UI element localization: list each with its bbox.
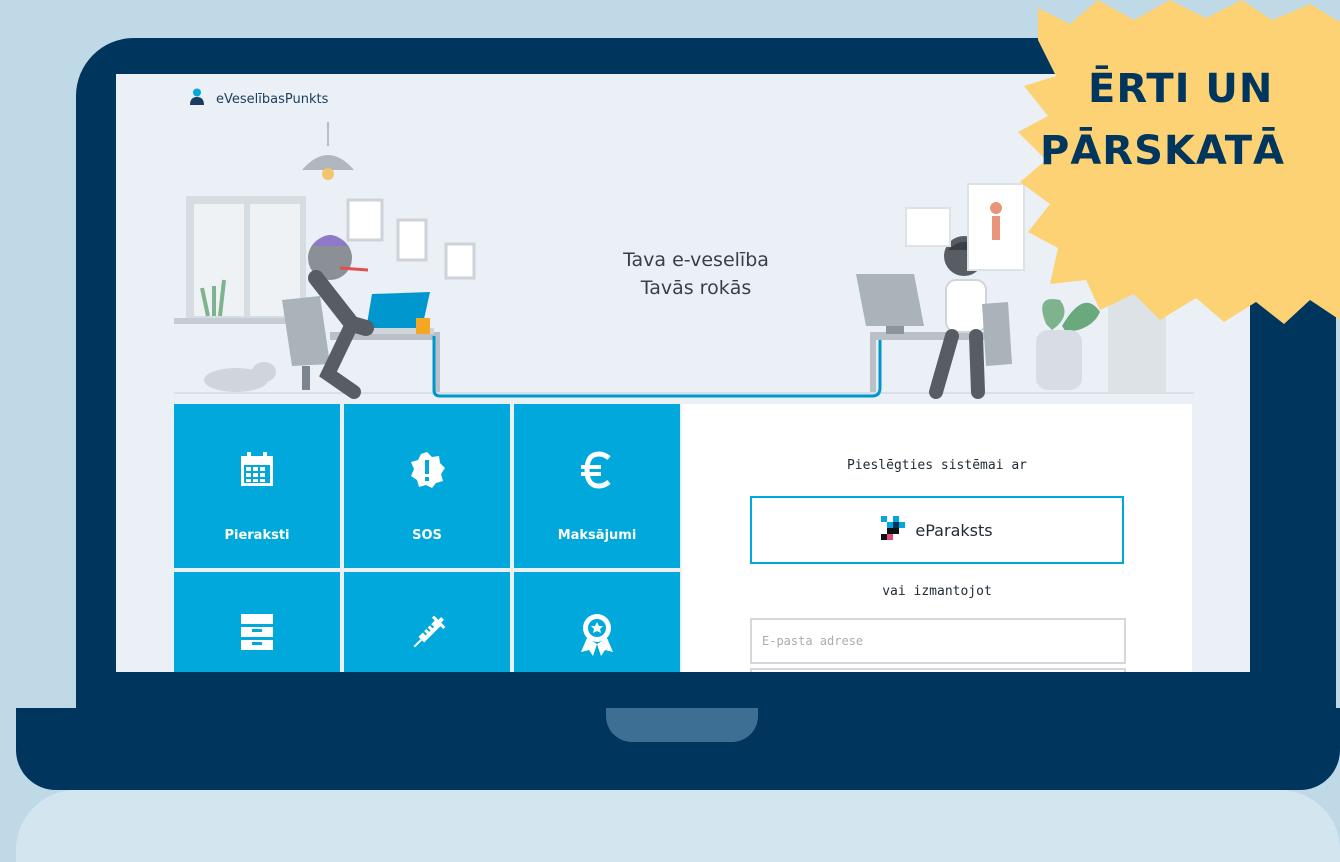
email-field[interactable] xyxy=(750,618,1126,664)
eparaksts-logo-icon xyxy=(881,516,906,544)
app-logo[interactable]: eVeselībasPunkts xyxy=(188,88,328,110)
promo-badge-text: ĒRTI UN PĀRSKATĀ xyxy=(1040,58,1340,182)
hero-title: Tava e-veselība Tavās rokās xyxy=(566,246,826,302)
eparaksts-button[interactable]: eParaksts xyxy=(750,496,1124,564)
tile-label: SOS xyxy=(412,528,442,543)
hero-title-line1: Tava e-veselība xyxy=(623,249,769,271)
tile-records[interactable] xyxy=(174,572,340,672)
laptop-shadow xyxy=(16,790,1340,862)
hero-title-line2: Tavās rokās xyxy=(640,277,752,299)
login-panel: Pieslēgties sistēmai ar eParaksts vai iz… xyxy=(682,404,1192,672)
tile-pieraksti[interactable]: Pieraksti xyxy=(174,404,340,568)
tile-maksajumi[interactable]: Maksājumi xyxy=(514,404,680,568)
logo-text: eVeselībasPunkts xyxy=(216,91,329,107)
tile-certificates[interactable] xyxy=(514,572,680,672)
tile-label: Maksājumi xyxy=(557,528,637,543)
tile-vaccinations[interactable] xyxy=(344,572,510,672)
tile-label: Pieraksti xyxy=(224,528,290,543)
person-icon xyxy=(188,88,206,110)
euro-icon xyxy=(514,450,680,490)
service-tiles: Pieraksti SOS Maksājumi xyxy=(174,404,682,672)
tile-sos[interactable]: SOS xyxy=(344,404,510,568)
eparaksts-label: eParaksts xyxy=(915,520,993,540)
promo-badge-line1: ĒRTI UN xyxy=(1088,66,1274,112)
laptop-notch xyxy=(606,708,758,742)
calendar-icon xyxy=(174,450,340,488)
cabinet-icon xyxy=(174,612,340,652)
promo-scene: eVeselībasPunkts Tava e-veselība Tavās r… xyxy=(0,0,1340,862)
alert-icon xyxy=(344,450,510,490)
login-title: Pieslēgties sistēmai ar xyxy=(846,458,1027,473)
syringe-icon xyxy=(344,612,510,656)
or-divider-text: vai izmantojot xyxy=(882,584,992,599)
award-icon xyxy=(514,612,680,656)
password-field[interactable] xyxy=(750,668,1126,672)
promo-badge-line2: PĀRSKATĀ xyxy=(1040,128,1285,174)
